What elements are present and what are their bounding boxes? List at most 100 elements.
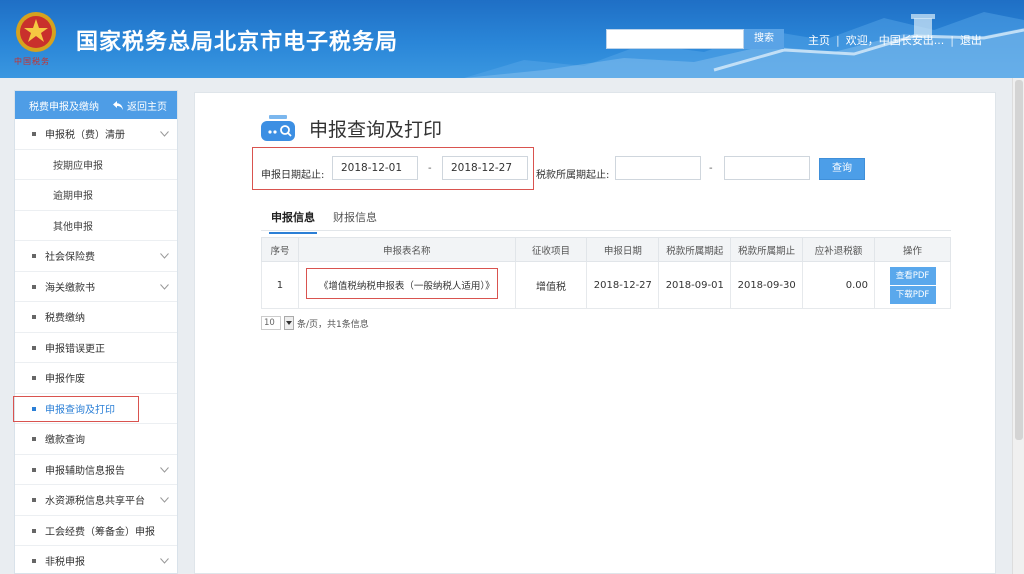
cell-period-start: 2018-09-01: [658, 261, 732, 309]
sidebar-item-label: 水资源税信息共享平台: [45, 496, 145, 508]
sidebar-item-label: 海关缴款书: [45, 282, 95, 294]
search-button[interactable]: 搜索: [744, 29, 784, 49]
col-declare-date: 申报日期: [586, 237, 660, 262]
cell-form-name[interactable]: 《增值税纳税申报表（一般纳税人适用）》: [297, 261, 516, 309]
sidebar-item[interactable]: 非税申报: [15, 546, 177, 573]
expand-toggle[interactable]: [160, 556, 169, 567]
bullet-icon: [32, 254, 36, 258]
chevron-down-icon: [160, 558, 169, 564]
table-header-row: 序号 申报表名称 征收项目 申报日期 税款所属期起 税款所属期止 应补退税额 操…: [261, 237, 951, 262]
tab-bar: 申报信息 财报信息: [261, 205, 951, 234]
chevron-down-icon: [160, 253, 169, 259]
sidebar-item-label: 申报查询及打印: [45, 404, 115, 416]
chevron-down-icon: [160, 497, 169, 503]
chevron-down-icon: [160, 283, 169, 290]
page-size-dropdown[interactable]: [284, 316, 294, 330]
bullet-icon: [32, 376, 36, 380]
bullet-icon: [32, 467, 36, 472]
main-panel: 申报查询及打印 申报日期起止: 2018-12-01 - 2018-12-27 …: [194, 92, 996, 574]
sidebar-item-label: 非税申报: [45, 557, 85, 569]
bullet-icon: [32, 498, 36, 502]
expand-toggle[interactable]: [160, 251, 169, 262]
sidebar-item[interactable]: 申报税（费）清册: [15, 119, 177, 150]
sidebar-item-label: 缴款查询: [45, 435, 85, 447]
expand-toggle[interactable]: [160, 282, 169, 293]
sidebar-item[interactable]: 申报作废: [15, 363, 177, 394]
table-row: 1 《增值税纳税申报表（一般纳税人适用）》 增值税 2018-12-27 201…: [261, 261, 951, 309]
sidebar-subitem[interactable]: 按期应申报: [15, 150, 177, 180]
scrollbar-thumb[interactable]: [1015, 80, 1023, 440]
caret-down-icon: [286, 321, 292, 325]
sidebar-item-label: 其他申报: [53, 221, 93, 233]
col-actions: 操作: [874, 237, 951, 262]
home-link[interactable]: 主页: [808, 34, 830, 47]
view-pdf-button[interactable]: 查看PDF: [889, 266, 936, 285]
query-button[interactable]: 查询: [819, 158, 865, 180]
bullet-icon: [32, 437, 36, 441]
page-title: 申报查询及打印: [309, 119, 443, 141]
sidebar-item-label: 申报税（费）清册: [45, 130, 125, 142]
period-range-dash: -: [709, 163, 713, 174]
sidebar-item-label: 按期应申报: [53, 160, 103, 172]
sidebar-item[interactable]: 申报错误更正: [15, 333, 177, 363]
sidebar-item[interactable]: 缴款查询: [15, 424, 177, 455]
back-home-link[interactable]: 返回主页: [113, 98, 167, 113]
tab-financial-info[interactable]: 财报信息: [333, 209, 377, 225]
expand-toggle[interactable]: [160, 495, 169, 506]
sidebar-item-label: 社会保险费: [45, 252, 95, 264]
sidebar-item-label: 工会经费（筹备金）申报: [45, 526, 155, 538]
emblem-caption: 中国税务: [14, 57, 50, 66]
sidebar-item[interactable]: 水资源税信息共享平台: [15, 485, 177, 516]
col-form-name: 申报表名称: [297, 237, 516, 262]
tax-period-label: 税款所属期起止:: [536, 170, 610, 181]
pager: 10 条/页，共1条信息: [261, 316, 369, 330]
col-period-end: 税款所属期止: [730, 237, 804, 262]
query-print-icon: [261, 115, 295, 141]
chevron-down-icon: [160, 131, 169, 137]
sidebar-item-label: 申报辅助信息报告: [45, 465, 125, 477]
col-period-start: 税款所属期起: [658, 237, 732, 262]
sidebar-item[interactable]: 申报辅助信息报告: [15, 455, 177, 485]
bullet-icon: [32, 345, 36, 350]
sidebar-subitem[interactable]: 逾期申报: [15, 180, 177, 211]
site-title: 国家税务总局北京市电子税务局: [76, 30, 399, 55]
sidebar-item[interactable]: 申报查询及打印: [15, 394, 177, 424]
download-pdf-button[interactable]: 下载PDF: [889, 285, 936, 304]
cell-actions: 查看PDF 下载PDF: [874, 261, 951, 309]
sidebar-item[interactable]: 税费缴纳: [15, 302, 177, 333]
top-banner: 中国税务 国家税务总局北京市电子税务局 搜索 主页 | 欢迎，中国长安出... | 退出: [0, 0, 1024, 78]
declare-date-to-input[interactable]: 2018-12-27: [442, 156, 528, 180]
bullet-icon: [32, 315, 36, 319]
logout-link[interactable]: 退出: [960, 34, 982, 47]
cell-index: 1: [261, 261, 299, 309]
expand-toggle[interactable]: [160, 129, 169, 140]
date-range-dash: -: [428, 163, 432, 174]
tab-declare-info[interactable]: 申报信息: [269, 209, 317, 234]
sidebar-item[interactable]: 社会保险费: [15, 241, 177, 272]
bullet-icon: [32, 132, 36, 136]
sidebar-item-label: 申报错误更正: [45, 343, 105, 355]
page-scrollbar[interactable]: [1012, 78, 1024, 574]
bullet-icon: [32, 528, 36, 533]
chevron-down-icon: [160, 466, 169, 473]
declare-date-label: 申报日期起止:: [261, 170, 325, 181]
bullet-icon: [32, 284, 36, 289]
pager-info: 条/页，共1条信息: [297, 319, 369, 330]
declare-date-from-input[interactable]: 2018-12-01: [332, 156, 418, 180]
declare-table: 序号 申报表名称 征收项目 申报日期 税款所属期起 税款所属期止 应补退税额 操…: [261, 237, 951, 309]
bullet-icon: [32, 559, 36, 563]
tax-period-from-input[interactable]: [615, 156, 701, 180]
page-size-select[interactable]: 10: [261, 316, 281, 330]
expand-toggle[interactable]: [160, 465, 169, 476]
sidebar-item-label: 申报作废: [45, 374, 85, 386]
cell-amount: 0.00: [802, 261, 876, 309]
back-arrow-icon: [113, 100, 123, 110]
sidebar-subitem[interactable]: 其他申报: [15, 211, 177, 241]
search-input[interactable]: [606, 29, 744, 49]
tax-emblem-icon: [16, 12, 56, 52]
sidebar-item[interactable]: 海关缴款书: [15, 272, 177, 302]
sidebar-item[interactable]: 工会经费（筹备金）申报: [15, 516, 177, 546]
welcome-user-link[interactable]: 欢迎，中国长安出...: [846, 34, 945, 47]
bullet-icon: [32, 406, 36, 411]
tax-period-to-input[interactable]: [724, 156, 810, 180]
